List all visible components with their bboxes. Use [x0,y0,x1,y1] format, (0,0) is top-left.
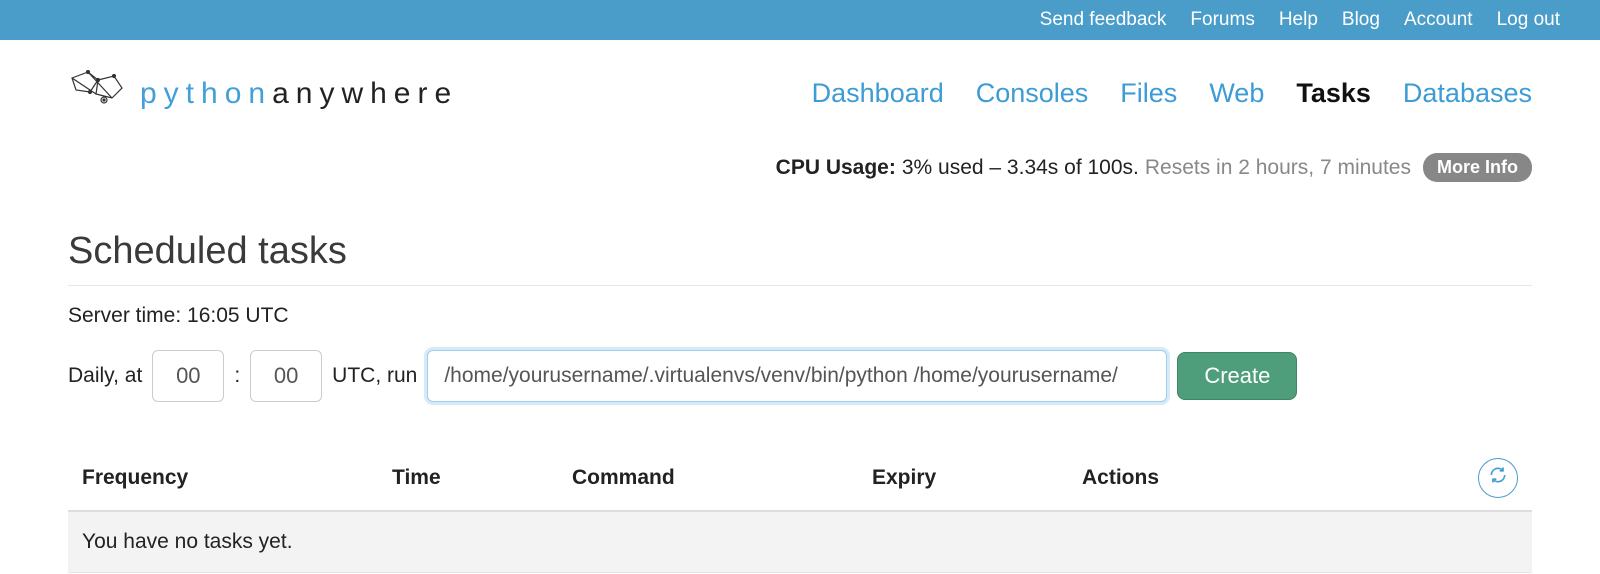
refresh-button[interactable] [1478,458,1518,498]
main-content: Scheduled tasks Server time: 16:05 UTC D… [0,182,1600,573]
topbar-link-feedback[interactable]: Send feedback [1040,9,1167,31]
nav-dashboard[interactable]: Dashboard [812,78,944,109]
time-colon: : [234,364,240,388]
col-expiry: Expiry [872,466,1082,490]
topbar-link-blog[interactable]: Blog [1342,9,1380,31]
cpu-usage-row: CPU Usage: 3% used – 3.34s of 100s. Rese… [0,117,1600,182]
server-time: Server time: 16:05 UTC [68,304,1532,328]
cpu-more-info-button[interactable]: More Info [1423,153,1532,182]
nav-tasks[interactable]: Tasks [1296,78,1371,109]
col-frequency: Frequency [82,466,392,490]
schedule-prefix: Daily, at [68,364,142,388]
topbar-link-logout[interactable]: Log out [1497,9,1560,31]
minute-input[interactable] [250,350,322,402]
cpu-used: 3% used – 3.34s of 100s. [902,156,1139,180]
empty-tasks-row: You have no tasks yet. [68,512,1532,573]
header: pythonanywhere Dashboard Consoles Files … [0,40,1600,117]
nav-consoles[interactable]: Consoles [976,78,1089,109]
topbar: Send feedback Forums Help Blog Account L… [0,0,1600,40]
server-time-label: Server time: [68,304,181,327]
cpu-label: CPU Usage: [776,156,896,180]
cpu-reset: Resets in 2 hours, 7 minutes [1145,156,1411,180]
create-button[interactable]: Create [1177,352,1297,400]
topbar-link-help[interactable]: Help [1279,9,1318,31]
topbar-link-account[interactable]: Account [1404,9,1473,31]
hour-input[interactable] [152,350,224,402]
logo-text: pythonanywhere [140,77,458,111]
nav-databases[interactable]: Databases [1403,78,1532,109]
schedule-suffix: UTC, run [332,364,417,388]
logo[interactable]: pythonanywhere [68,70,458,117]
schedule-form: Daily, at : UTC, run Create [68,350,1532,402]
server-time-value: 16:05 UTC [187,304,289,327]
col-time: Time [392,466,572,490]
tasks-table: Frequency Time Command Expiry Actions Yo… [68,446,1532,573]
main-nav: Dashboard Consoles Files Web Tasks Datab… [812,78,1532,109]
logo-icon [68,70,126,117]
col-actions: Actions [1082,466,1478,490]
page-title: Scheduled tasks [68,230,1532,286]
nav-web[interactable]: Web [1209,78,1264,109]
col-command: Command [572,466,872,490]
table-header-row: Frequency Time Command Expiry Actions [68,446,1532,512]
nav-files[interactable]: Files [1120,78,1177,109]
command-input[interactable] [427,350,1167,402]
refresh-icon [1488,465,1508,491]
topbar-link-forums[interactable]: Forums [1190,9,1254,31]
